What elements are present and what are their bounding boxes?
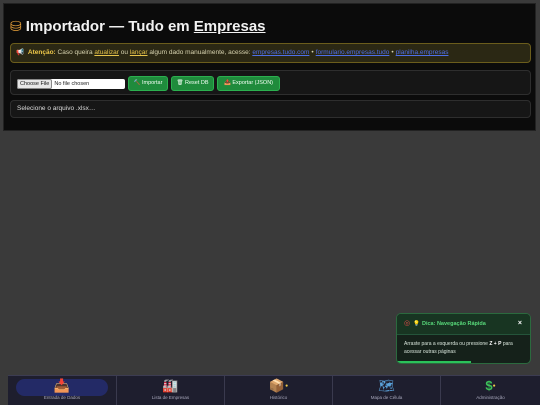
warning-text-3: algum dado manualmente, acesse: <box>147 49 253 56</box>
external-link-2[interactable]: formulario.empresas.tudo <box>316 49 390 56</box>
bottom-navigation: 📥 Entrada de Dados 🏭 Lista de Empresas 📦… <box>8 375 540 405</box>
page-title-link[interactable]: Empresas <box>194 18 266 35</box>
external-link-1[interactable]: empresas.tudo.com <box>252 49 309 56</box>
warning-label: Atenção: <box>27 49 56 56</box>
warning-banner: 📢 Atenção: Caso queira atualizar ou lanç… <box>10 43 531 63</box>
shortcut-keys: Z + P <box>489 341 502 347</box>
inbox-tray-icon: 📥 <box>53 378 71 393</box>
toast-body: Arraste para a esquerda ou pressione Z +… <box>404 341 513 355</box>
link-separator: • <box>311 49 314 56</box>
outbox-tray-icon: 📤 <box>223 80 231 86</box>
close-icon[interactable]: × <box>518 314 522 334</box>
trash-icon: 🗑 <box>176 80 184 86</box>
status-message: Selecione o arquivo .xlsx… <box>10 100 531 118</box>
map-icon: 🗺 <box>378 378 395 393</box>
warning-text-2: ou <box>118 49 130 56</box>
toast-header: ◎ 💡 Dica: Navegação Rápida × <box>397 314 530 335</box>
warning-text-1: Caso queira <box>55 49 95 56</box>
inbox-tray-icon: ⛁ <box>10 18 22 34</box>
nav-item-administration[interactable]: $● Administração <box>441 376 540 405</box>
update-link[interactable]: atualizar <box>94 49 119 56</box>
lightbulb-icon: 💡 <box>413 321 420 327</box>
toast-title: Dica: Navegação Rápida <box>421 321 486 327</box>
link-separator: • <box>391 49 394 56</box>
target-icon: ◎ <box>404 320 411 327</box>
export-json-button[interactable]: 📤 Exportar (JSON) <box>217 76 280 91</box>
import-button[interactable]: 🔨 Importar <box>128 76 168 91</box>
nav-item-cell-map[interactable]: 🗺 Mapa de Célula <box>333 376 441 405</box>
factory-icon: 🏭 <box>162 378 179 393</box>
nav-item-companies[interactable]: 🏭 Lista de Empresas <box>117 376 225 405</box>
dollar-icon: $● <box>485 378 496 393</box>
reset-db-button[interactable]: 🗑 Reset DB <box>171 76 214 91</box>
toast-timer-bar <box>397 361 471 363</box>
page-title-prefix: Importador — Tudo em <box>25 18 194 35</box>
add-link[interactable]: lançar <box>130 49 148 56</box>
choose-file-button[interactable]: Choose File <box>17 79 53 89</box>
nav-item-data-entry[interactable]: 📥 Entrada de Dados <box>8 376 117 405</box>
page-title: ⛁ Importador — Tudo em Empresas <box>10 18 266 35</box>
file-input[interactable]: Choose File No file chosen <box>17 79 125 89</box>
megaphone-icon: 📢 <box>16 49 25 56</box>
hammer-icon: 🔨 <box>133 80 141 86</box>
nav-item-history[interactable]: 📦● Histórico <box>225 376 333 405</box>
file-status-text: No file chosen <box>54 81 90 87</box>
importer-panel: ⛁ Importador — Tudo em Empresas 📢 Atenção… <box>3 3 536 131</box>
external-link-3[interactable]: planilha.empresas <box>396 49 449 56</box>
import-controls: Choose File No file chosen 🔨 Importar 🗑 R… <box>10 70 531 95</box>
package-icon: 📦● <box>268 378 289 393</box>
tip-toast: ◎ 💡 Dica: Navegação Rápida × Arraste para … <box>396 313 531 364</box>
